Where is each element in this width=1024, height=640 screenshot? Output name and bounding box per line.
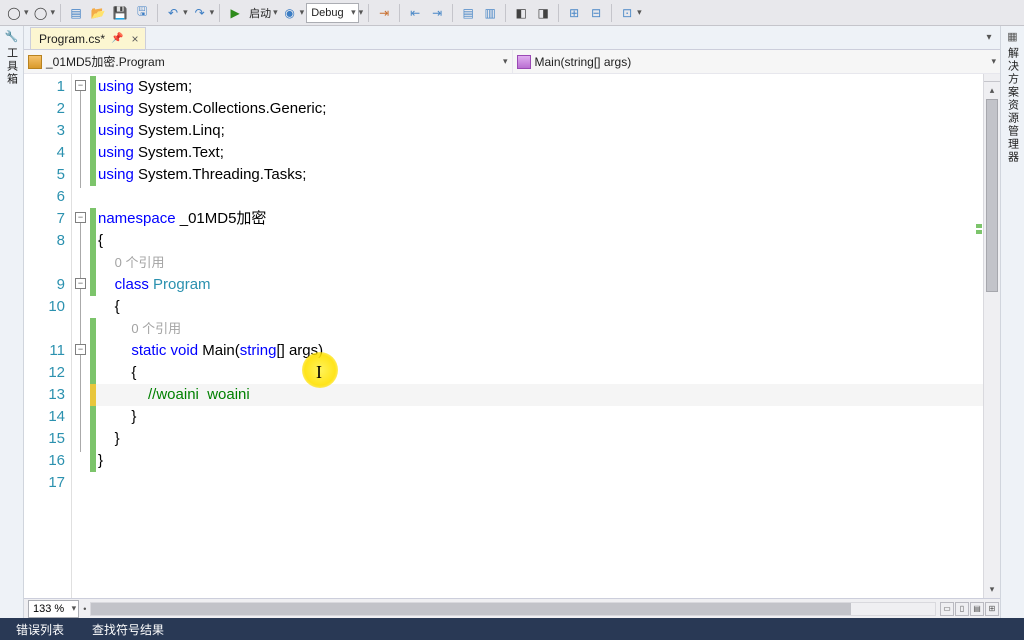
- code-nav-bar: _01MD5加密.Program Main(string[] args): [24, 50, 1000, 74]
- view-btn3[interactable]: ▤: [970, 602, 984, 616]
- browser-icon[interactable]: ◉: [280, 3, 300, 23]
- class-selector[interactable]: _01MD5加密.Program: [24, 50, 513, 73]
- error-list-tab[interactable]: 错误列表: [10, 619, 70, 640]
- toolbox-panel[interactable]: 🔧 工具箱: [0, 26, 24, 618]
- comment-icon[interactable]: ▤: [458, 3, 478, 23]
- close-icon[interactable]: ×: [131, 32, 138, 46]
- solution-explorer-panel[interactable]: ▦ 解决方案资源管理器: [1000, 26, 1024, 618]
- scroll-down-icon[interactable]: ▾: [984, 581, 1000, 598]
- code-area[interactable]: using System; using System.Collections.G…: [96, 74, 983, 598]
- tab-title: Program.cs*: [39, 32, 105, 46]
- undo-icon[interactable]: ↶: [163, 3, 183, 23]
- nav-fwd-icon[interactable]: ◯: [31, 3, 51, 23]
- fold-toggle[interactable]: −: [75, 278, 86, 289]
- view-btn1[interactable]: ▭: [940, 602, 954, 616]
- toolbox-label: 工具箱: [4, 47, 20, 86]
- config-combo[interactable]: Debug: [306, 3, 358, 23]
- member-selector[interactable]: Main(string[] args): [513, 50, 1001, 73]
- fold-toggle[interactable]: −: [75, 212, 86, 223]
- misc2-icon[interactable]: ⊟: [586, 3, 606, 23]
- misc3-icon[interactable]: ⊡: [617, 3, 637, 23]
- line-gutter: 123 456 78 910 111213 141516 17: [24, 74, 72, 598]
- text-cursor: I: [316, 362, 322, 383]
- start-label[interactable]: 启动: [247, 5, 273, 21]
- start-icon[interactable]: ▶: [225, 3, 245, 23]
- editor-footer: 133 % • ▭ ▯ ▤ ⊞: [24, 598, 1000, 618]
- splitter-icon[interactable]: [984, 74, 1000, 82]
- solution-icon: ▦: [1007, 30, 1017, 43]
- fold-toggle[interactable]: −: [75, 80, 86, 91]
- solution-label: 解决方案资源管理器: [1005, 47, 1021, 164]
- tab-overflow-icon[interactable]: ▾: [982, 30, 996, 44]
- vertical-scrollbar[interactable]: ▴ ▾: [983, 74, 1000, 598]
- find-symbol-tab[interactable]: 查找符号结果: [86, 619, 170, 640]
- misc1-icon[interactable]: ⊞: [564, 3, 584, 23]
- zoom-sep-icon: •: [83, 604, 86, 614]
- scroll-thumb[interactable]: [986, 99, 998, 292]
- open-icon[interactable]: 📂: [88, 3, 108, 23]
- horizontal-scrollbar[interactable]: [90, 602, 936, 616]
- bookmark-icon[interactable]: ◧: [511, 3, 531, 23]
- uncomment-icon[interactable]: ▥: [480, 3, 500, 23]
- status-bar: 错误列表 查找符号结果: [0, 618, 1024, 640]
- save-icon[interactable]: 💾: [110, 3, 130, 23]
- view-btn2[interactable]: ▯: [955, 602, 969, 616]
- pin-icon[interactable]: 📌: [111, 33, 123, 44]
- main-toolbar: ◯▾ ◯▾ ▤ 📂 💾 🖫 ↶▾ ↷▾ ▶ 启动▾ ◉▾ Debug ▾ ⇥ ⇤…: [0, 0, 1024, 26]
- indent-less-icon[interactable]: ⇤: [405, 3, 425, 23]
- scroll-up-icon[interactable]: ▴: [984, 82, 1000, 99]
- new-project-icon[interactable]: ▤: [66, 3, 86, 23]
- save-all-icon[interactable]: 🖫: [132, 3, 152, 23]
- code-editor[interactable]: 123 456 78 910 111213 141516 17 − − − −: [24, 74, 1000, 598]
- fold-column[interactable]: − − − −: [72, 74, 90, 598]
- toolbox-icon: 🔧: [5, 30, 19, 43]
- class-icon: [28, 55, 42, 69]
- redo-icon[interactable]: ↷: [190, 3, 210, 23]
- step-icon[interactable]: ⇥: [374, 3, 394, 23]
- zoom-combo[interactable]: 133 %: [28, 600, 79, 618]
- bookmark-next-icon[interactable]: ◨: [533, 3, 553, 23]
- method-icon: [517, 55, 531, 69]
- nav-back-icon[interactable]: ◯: [4, 3, 24, 23]
- view-btn4[interactable]: ⊞: [985, 602, 999, 616]
- document-tabbar: Program.cs* 📌 × ▾: [24, 26, 1000, 50]
- fold-toggle[interactable]: −: [75, 344, 86, 355]
- indent-more-icon[interactable]: ⇥: [427, 3, 447, 23]
- document-tab[interactable]: Program.cs* 📌 ×: [30, 27, 146, 49]
